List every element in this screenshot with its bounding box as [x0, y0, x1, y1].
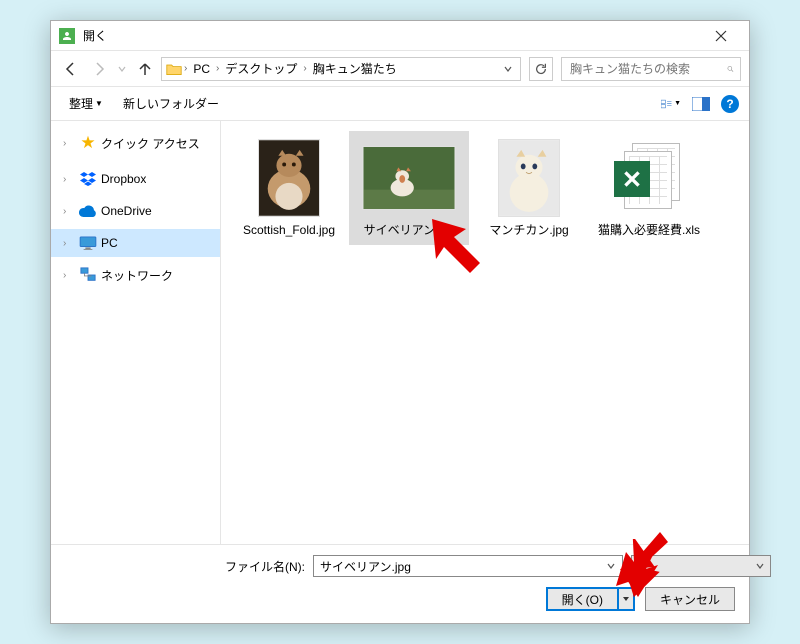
- close-button[interactable]: [701, 22, 741, 50]
- tree-pc[interactable]: › PC: [51, 229, 220, 257]
- cancel-label: キャンセル: [660, 591, 720, 608]
- new-folder-button[interactable]: 新しいフォルダー: [115, 91, 227, 116]
- tree-label: ネットワーク: [101, 267, 173, 284]
- file-item[interactable]: Scottish_Fold.jpg: [229, 131, 349, 245]
- tree-label: Dropbox: [101, 172, 146, 186]
- filetype-filter[interactable]: *.*: [631, 555, 771, 577]
- tree-label: OneDrive: [101, 204, 152, 218]
- file-name: Scottish_Fold.jpg: [243, 223, 335, 239]
- thumbnail: [601, 137, 697, 219]
- open-dropdown[interactable]: [617, 587, 635, 611]
- recent-dropdown[interactable]: [115, 57, 129, 81]
- new-folder-label: 新しいフォルダー: [123, 95, 219, 112]
- excel-icon: [610, 141, 688, 215]
- open-button[interactable]: 開く(O): [546, 587, 617, 611]
- chevron-right-icon[interactable]: ›: [303, 63, 306, 74]
- chevron-right-icon: ›: [63, 206, 75, 217]
- filename-input[interactable]: [318, 558, 604, 574]
- search-icon: [727, 62, 734, 76]
- cloud-icon: [79, 202, 97, 220]
- dropbox-icon: [79, 170, 97, 188]
- tree-quick-access[interactable]: › ★ クイック アクセス: [51, 129, 220, 157]
- chevron-down-icon[interactable]: [604, 559, 618, 573]
- filename-combobox[interactable]: [313, 555, 623, 577]
- tree-label: PC: [101, 236, 118, 250]
- navigation-tree: › ★ クイック アクセス › Dropbox › OneDrive: [51, 121, 221, 544]
- file-item-selected[interactable]: サイベリアン.jpg: [349, 131, 469, 245]
- view-options-button[interactable]: ▼: [661, 94, 681, 114]
- toolbar: 整理 ▼ 新しいフォルダー ▼ ?: [51, 87, 749, 121]
- thumbnail: [361, 137, 457, 219]
- tree-label: クイック アクセス: [101, 135, 200, 152]
- chevron-down-icon: ▼: [95, 99, 103, 108]
- chevron-down-icon: [756, 562, 764, 570]
- breadcrumb-pc[interactable]: PC: [189, 62, 214, 76]
- app-icon: [59, 28, 75, 44]
- cancel-button[interactable]: キャンセル: [645, 587, 735, 611]
- file-item[interactable]: 猫購入必要経費.xls: [589, 131, 709, 245]
- organize-menu[interactable]: 整理 ▼: [61, 91, 111, 116]
- dialog-title: 開く: [83, 27, 701, 44]
- navigation-bar: › PC › デスクトップ › 胸キュン猫たち: [51, 51, 749, 87]
- thumbnail: [481, 137, 577, 219]
- chevron-down-icon: [622, 595, 630, 603]
- back-button[interactable]: [59, 57, 83, 81]
- address-bar[interactable]: › PC › デスクトップ › 胸キュン猫たち: [161, 57, 521, 81]
- file-list[interactable]: Scottish_Fold.jpg サイベリアン.jpg: [221, 121, 749, 544]
- open-file-dialog: 開く › PC › デスクトップ › 胸キュン猫たち: [50, 20, 750, 624]
- star-icon: ★: [79, 134, 97, 152]
- help-button[interactable]: ?: [721, 95, 739, 113]
- organize-label: 整理: [69, 95, 93, 112]
- breadcrumb-folder[interactable]: 胸キュン猫たち: [309, 60, 401, 77]
- dialog-footer: ファイル名(N): *.* 開く(O): [51, 544, 749, 623]
- chevron-right-icon[interactable]: ›: [184, 63, 187, 74]
- thumbnail: [241, 137, 337, 219]
- forward-button[interactable]: [87, 57, 111, 81]
- titlebar: 開く: [51, 21, 749, 51]
- search-input[interactable]: [568, 61, 727, 77]
- filename-label: ファイル名(N):: [225, 558, 305, 575]
- monitor-icon: [79, 234, 97, 252]
- refresh-button[interactable]: [529, 57, 553, 81]
- chevron-right-icon: ›: [63, 174, 75, 185]
- tree-onedrive[interactable]: › OneDrive: [51, 197, 220, 225]
- up-button[interactable]: [133, 57, 157, 81]
- search-box[interactable]: [561, 57, 741, 81]
- network-icon: [79, 266, 97, 284]
- tree-network[interactable]: › ネットワーク: [51, 261, 220, 289]
- file-name: サイベリアン.jpg: [364, 223, 455, 239]
- breadcrumb-desktop[interactable]: デスクトップ: [221, 60, 301, 77]
- chevron-right-icon: ›: [63, 270, 75, 281]
- filter-value: *.*: [638, 559, 651, 573]
- preview-pane-button[interactable]: [691, 94, 711, 114]
- folder-icon: [166, 61, 182, 77]
- chevron-right-icon: ›: [63, 238, 75, 249]
- chevron-down-icon: ▼: [674, 100, 681, 107]
- file-name: マンチカン.jpg: [489, 223, 568, 239]
- tree-dropbox[interactable]: › Dropbox: [51, 165, 220, 193]
- chevron-right-icon: ›: [63, 138, 75, 149]
- open-split-button[interactable]: 開く(O): [546, 587, 635, 611]
- file-item[interactable]: マンチカン.jpg: [469, 131, 589, 245]
- chevron-right-icon[interactable]: ›: [216, 63, 219, 74]
- open-label: 開く(O): [562, 591, 603, 608]
- address-dropdown[interactable]: [500, 62, 516, 76]
- file-name: 猫購入必要経費.xls: [598, 223, 700, 239]
